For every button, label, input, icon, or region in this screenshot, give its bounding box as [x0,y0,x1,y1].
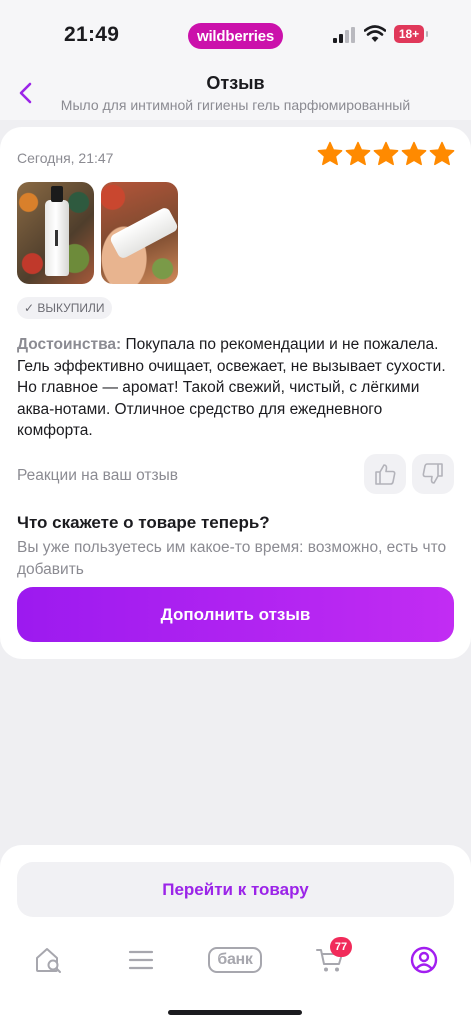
page-title: Отзыв [206,73,265,93]
signal-icon [333,27,355,43]
tab-cart[interactable]: 77 [312,937,352,980]
review-photos [17,182,178,284]
tab-menu[interactable] [123,940,159,980]
like-button[interactable] [364,454,406,494]
product-subtitle: Мыло для интимной гигиены гель парфюмиро… [60,97,411,113]
thumbs-down-icon [422,463,443,484]
home-indicator [168,1010,302,1015]
question-title: Что скажете о товаре теперь? [17,513,270,532]
tab-bank[interactable]: банк [205,940,265,980]
review-card: Сегодня, 21:47 ✓ ВЫКУПИЛИ Достоинства: П… [0,127,471,659]
star-icon [401,141,427,166]
profile-icon [410,946,438,974]
home-search-icon [36,948,61,973]
thumbs-up-icon [375,464,396,485]
tab-bar: банк 77 [0,937,471,980]
review-pros-label: Достоинства: [17,336,122,353]
wifi-icon [364,25,386,42]
rating-stars [317,141,455,167]
reactions-label: Реакции на ваш отзыв [17,467,178,484]
star-icon [373,141,399,166]
bank-label: банк [208,947,262,973]
review-text: Достоинства: Покупала по рекомендации и … [17,334,457,442]
header: Отзыв Мыло для интимной гигиены гель пар… [0,64,471,120]
question-subtitle: Вы уже пользуетесь им какое-то время: во… [17,539,447,578]
status-time: 21:49 [64,23,120,46]
bottom-panel: Перейти к товару банк 77 [0,845,471,1024]
menu-icon [128,950,154,970]
tube-image [108,206,178,260]
star-icon [317,141,343,166]
add-review-button[interactable]: Дополнить отзыв [17,587,454,642]
cart-count-badge: 77 [330,937,352,957]
go-to-product-button[interactable]: Перейти к товару [17,862,454,917]
bottle-image [45,186,69,276]
star-icon [429,141,455,166]
review-photo[interactable] [17,182,94,284]
tab-home[interactable] [30,940,66,980]
dislike-button[interactable] [412,454,454,494]
battery-icon: 18+ [394,25,428,43]
status-bar: 21:49 wildberries 18+ [0,0,471,64]
review-date: Сегодня, 21:47 [17,150,114,166]
brand-pill: wildberries [188,23,283,49]
star-icon [345,141,371,166]
tab-profile[interactable] [406,940,442,980]
purchased-badge-label: ✓ ВЫКУПИЛИ [24,301,105,315]
purchased-badge: ✓ ВЫКУПИЛИ [17,297,112,319]
review-photo[interactable] [101,182,178,284]
